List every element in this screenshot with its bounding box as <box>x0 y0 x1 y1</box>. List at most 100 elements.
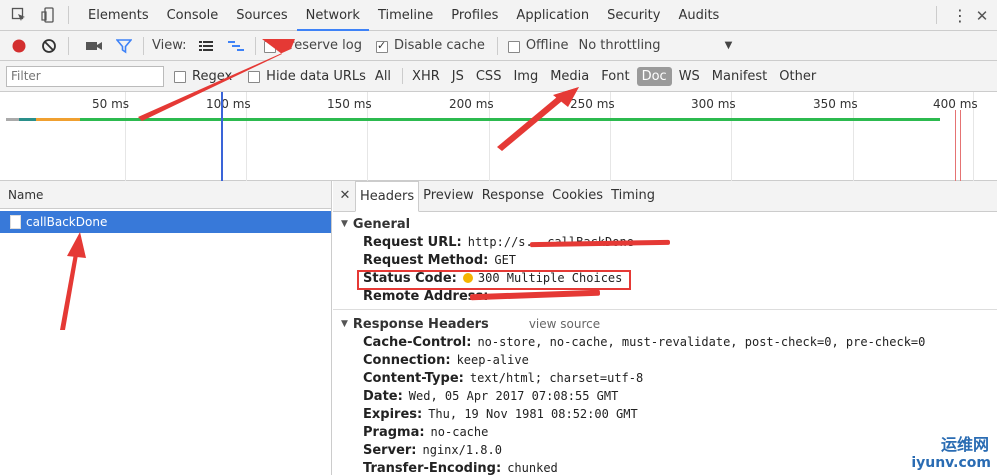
offline-box[interactable] <box>507 40 520 53</box>
regex-label: Regex <box>192 68 233 84</box>
filter-type-other[interactable]: Other <box>774 67 821 86</box>
filter-type-font[interactable]: Font <box>596 67 634 86</box>
filter-type-css[interactable]: CSS <box>471 67 507 86</box>
section-divider <box>333 309 997 310</box>
response-headers-title: Response Headers <box>352 316 489 332</box>
tab-preview[interactable]: Preview <box>419 181 478 211</box>
hide-data-urls-label: Hide data URLs <box>266 68 366 84</box>
more-options-icon[interactable]: ⋮ <box>951 6 969 26</box>
overview-bar-connect <box>36 118 80 121</box>
tab-security[interactable]: Security <box>598 0 669 31</box>
timeline-overview[interactable]: 50 ms 100 ms 150 ms 200 ms 250 ms 300 ms… <box>0 92 997 181</box>
header-key: Server: <box>363 442 417 458</box>
load-marker <box>955 110 956 181</box>
tab-network[interactable]: Network <box>296 0 369 31</box>
tab-headers[interactable]: Headers <box>355 181 420 212</box>
tab-response[interactable]: Response <box>478 181 548 211</box>
network-toolbar: View: Preserve log Disable cache Offline… <box>0 31 997 61</box>
tabbar-right-separator <box>936 6 937 24</box>
tab-audits[interactable]: Audits <box>669 0 728 31</box>
device-toolbar-icon[interactable] <box>38 4 60 26</box>
header-key: Pragma: <box>363 424 425 440</box>
general-title: General <box>352 216 411 232</box>
filter-type-ws[interactable]: WS <box>674 67 705 86</box>
tab-timeline[interactable]: Timeline <box>369 0 442 31</box>
filter-type-doc[interactable]: Doc <box>636 66 672 86</box>
disable-cache-box[interactable] <box>375 39 388 53</box>
filter-type-media[interactable]: Media <box>545 67 594 86</box>
tabbar-separator <box>68 6 69 24</box>
view-label: View: <box>152 38 187 53</box>
header-key: Connection: <box>363 352 451 368</box>
general-section-title[interactable]: ▼ General <box>341 215 991 233</box>
waterfall-view-icon[interactable] <box>225 35 247 57</box>
filter-type-xhr[interactable]: XHR <box>407 67 445 86</box>
request-url-row: Request URL: http://s...callBackDone <box>363 233 991 251</box>
inspect-element-icon[interactable] <box>8 4 30 26</box>
header-key: Expires: <box>363 406 423 422</box>
header-value: chunked <box>507 461 558 475</box>
tab-application[interactable]: Application <box>507 0 598 31</box>
expires-row: Expires: Thu, 19 Nov 1981 08:52:00 GMT <box>363 405 991 423</box>
preserve-log-box[interactable] <box>263 40 276 53</box>
load-marker <box>960 110 961 181</box>
header-value: no-store, no-cache, must-revalidate, pos… <box>477 335 926 349</box>
response-headers-title-row[interactable]: ▼ Response Headers view source <box>341 315 991 333</box>
disable-cache-checkbox[interactable]: Disable cache <box>375 38 485 53</box>
watermark: 运维网 iyunv.com <box>911 431 991 471</box>
tab-sources[interactable]: Sources <box>227 0 296 31</box>
hide-data-urls-checkbox[interactable]: Hide data URLs <box>248 69 366 84</box>
pragma-row: Pragma: no-cache <box>363 423 991 441</box>
overview-tick-label: 400 ms <box>933 97 978 111</box>
clear-icon[interactable] <box>38 35 60 57</box>
throttling-select[interactable]: No throttling ▼ <box>578 38 732 53</box>
large-rows-icon[interactable] <box>195 35 217 57</box>
filter-type-js[interactable]: JS <box>447 67 469 86</box>
tab-timing[interactable]: Timing <box>607 181 659 211</box>
tab-cookies[interactable]: Cookies <box>548 181 607 211</box>
header-value: text/html; charset=utf-8 <box>469 371 644 385</box>
filter-type-img[interactable]: Img <box>508 67 543 86</box>
view-source-link[interactable]: view source <box>529 317 600 331</box>
name-column-header[interactable]: Name <box>0 181 331 209</box>
request-method-value: GET <box>494 253 517 267</box>
watermark-logo-cn: 运维网 <box>940 435 989 454</box>
overview-tick-label: 100 ms <box>206 97 251 111</box>
preserve-log-checkbox[interactable]: Preserve log <box>263 38 362 53</box>
capture-screenshots-icon[interactable] <box>83 35 105 57</box>
connection-row: Connection: keep-alive <box>363 351 991 369</box>
header-key: Transfer-Encoding: <box>363 460 502 475</box>
toolbar-separator <box>254 36 256 55</box>
overview-tick-label: 200 ms <box>449 97 494 111</box>
server-row: Server: nginx/1.8.0 <box>363 441 991 459</box>
devtools-tabbar: Elements Console Sources Network Timelin… <box>0 0 997 31</box>
close-devtools-icon[interactable]: ✕ <box>973 6 991 26</box>
regex-checkbox[interactable]: Regex <box>174 69 232 84</box>
close-details-icon[interactable]: ✕ <box>335 181 355 211</box>
hide-data-urls-box[interactable] <box>248 71 261 83</box>
tab-console[interactable]: Console <box>158 0 228 31</box>
document-icon <box>10 215 21 229</box>
header-value: Wed, 05 Apr 2017 07:08:55 GMT <box>408 389 619 403</box>
details-tabbar: ✕ Headers Preview Response Cookies Timin… <box>333 181 997 212</box>
header-key: Date: <box>363 388 403 404</box>
tab-elements[interactable]: Elements <box>79 0 158 31</box>
offline-checkbox[interactable]: Offline <box>507 38 568 53</box>
regex-box[interactable] <box>174 71 186 83</box>
domcontentloaded-marker <box>221 92 223 181</box>
filter-type-all[interactable]: All <box>370 67 396 86</box>
filter-bar: Regex Hide data URLs All XHR JS CSS Img … <box>0 61 997 92</box>
request-row[interactable]: callBackDone <box>0 211 331 233</box>
response-headers-section: ▼ Response Headers view source Cache-Con… <box>341 315 991 475</box>
dropdown-arrow-icon: ▼ <box>724 40 733 51</box>
expand-triangle-icon: ▼ <box>341 219 348 229</box>
record-icon[interactable] <box>8 35 30 57</box>
throttling-value: No throttling <box>578 38 661 53</box>
filter-input[interactable] <box>6 65 164 87</box>
header-key: Cache-Control: <box>363 334 472 350</box>
overview-bar-download <box>80 118 940 121</box>
filter-type-manifest[interactable]: Manifest <box>707 67 772 86</box>
tab-profiles[interactable]: Profiles <box>442 0 507 31</box>
filter-icon[interactable] <box>113 35 135 57</box>
request-method-row: Request Method: GET <box>363 251 991 269</box>
